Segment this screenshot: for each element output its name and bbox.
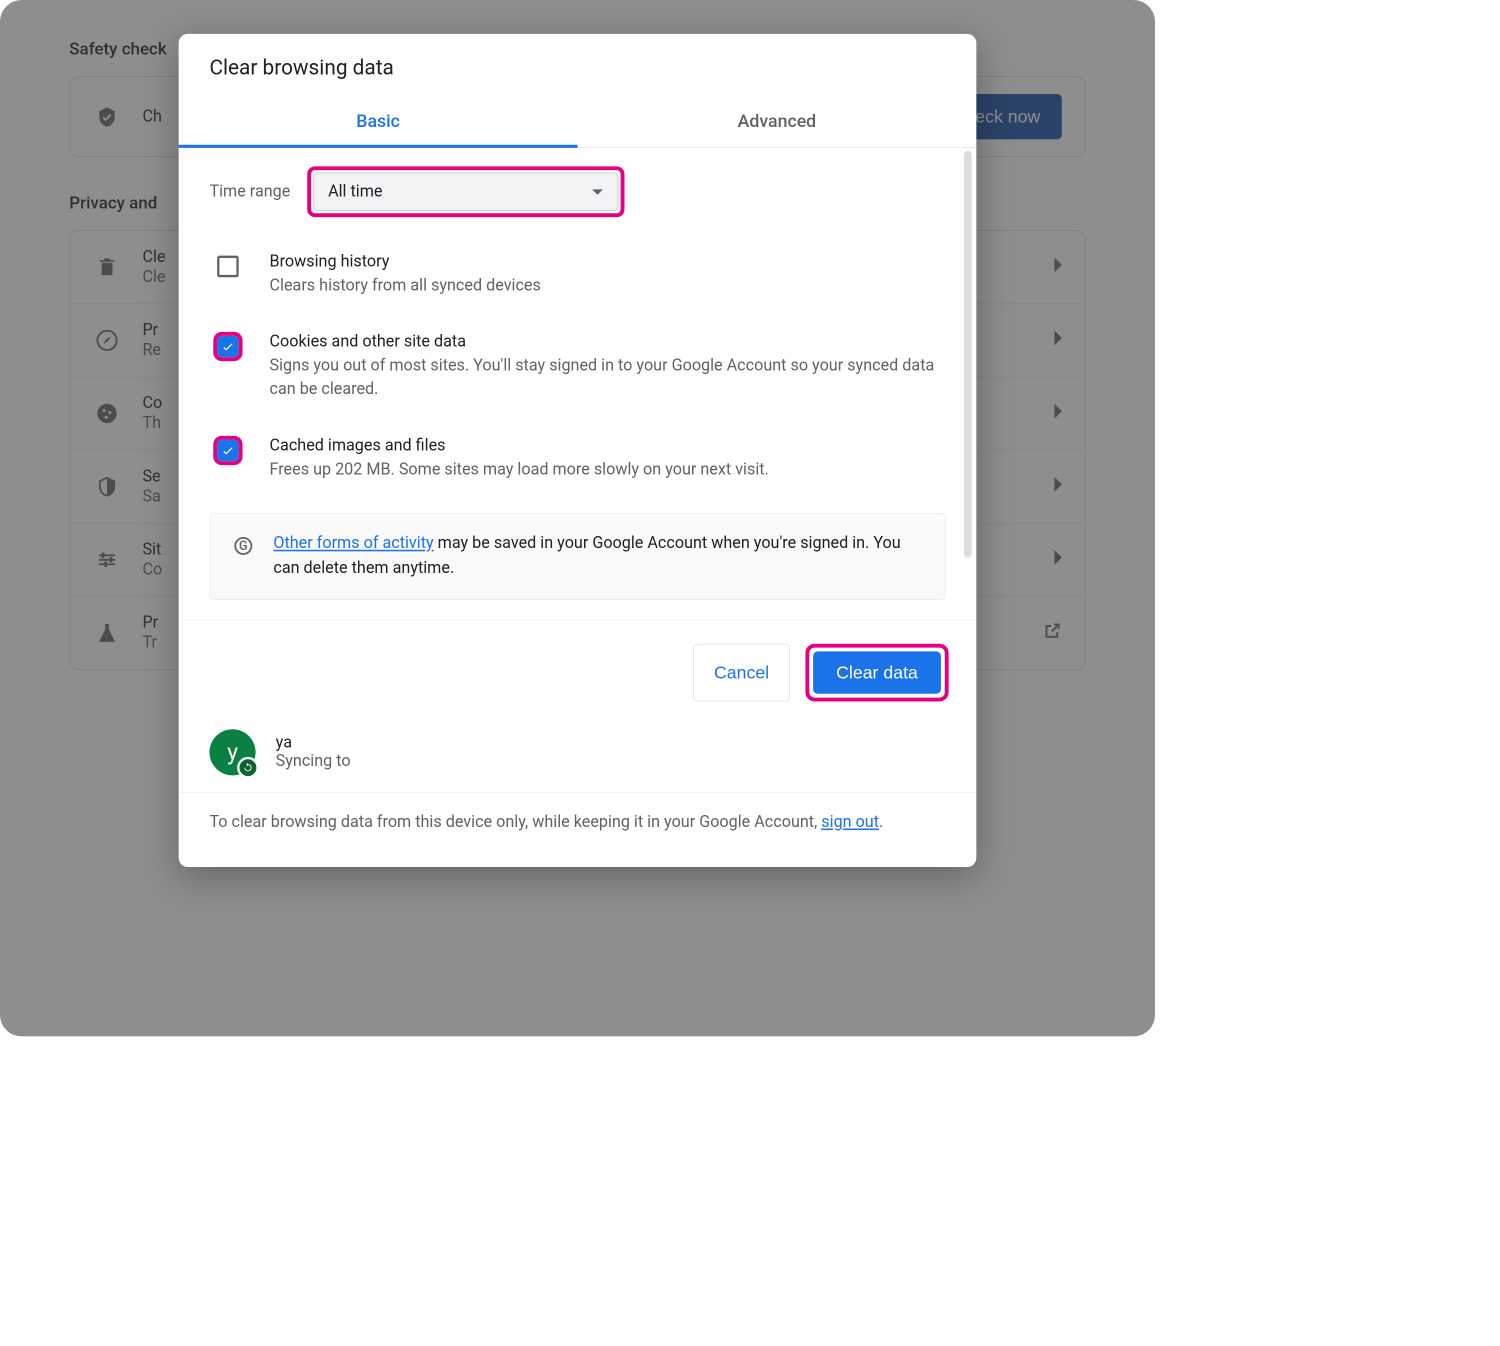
clear-browsing-data-dialog: Clear browsing data Basic Advanced Time … [179,34,977,867]
time-range-label: Time range [209,182,290,200]
time-range-highlight: All time [307,166,624,217]
option-checkbox[interactable] [217,439,239,461]
sync-badge-icon [237,757,259,779]
option-checkbox[interactable] [217,335,239,357]
option-description: Frees up 202 MB. Some sites may load mor… [270,458,946,482]
svg-text:G: G [239,539,248,554]
option-checkbox[interactable] [217,256,239,278]
clear-option: Cookies and other site data Signs you out… [209,320,945,424]
google-activity-info: G Other forms of activity may be saved i… [209,513,945,600]
cancel-button[interactable]: Cancel [693,644,790,702]
clear-data-button[interactable]: Clear data [813,651,941,693]
other-activity-link[interactable]: Other forms of activity [273,534,433,552]
avatar: y [209,729,255,775]
clear-option: Cached images and files Frees up 202 MB. … [209,424,945,504]
tab-advanced[interactable]: Advanced [578,97,977,147]
clear-options-list: Browsing history Clears history from all … [209,240,945,503]
google-g-icon: G [232,532,255,581]
tab-basic[interactable]: Basic [179,97,578,147]
time-range-select[interactable]: All time [313,172,618,211]
clear-data-highlight: Clear data [805,644,948,702]
option-description: Signs you out of most sites. You'll stay… [270,354,946,403]
option-description: Clears history from all synced devices [270,274,946,298]
chevron-down-icon [591,182,603,200]
account-sync-row: y ya Syncing to [179,715,977,793]
time-range-value: All time [328,182,382,200]
option-title: Browsing history [270,253,946,271]
sync-status: Syncing to [276,752,351,770]
footnote: To clear browsing data from this device … [179,793,977,867]
sign-out-link[interactable]: sign out [821,813,879,831]
option-title: Cached images and files [270,436,946,454]
dialog-scrollbar[interactable] [964,151,972,600]
dialog-actions: Cancel Clear data [179,620,977,715]
clear-option: Browsing history Clears history from all … [209,240,945,320]
option-title: Cookies and other site data [270,332,946,350]
dialog-title: Clear browsing data [179,34,977,80]
dialog-tabs: Basic Advanced [179,97,977,148]
user-name: ya [276,734,351,752]
